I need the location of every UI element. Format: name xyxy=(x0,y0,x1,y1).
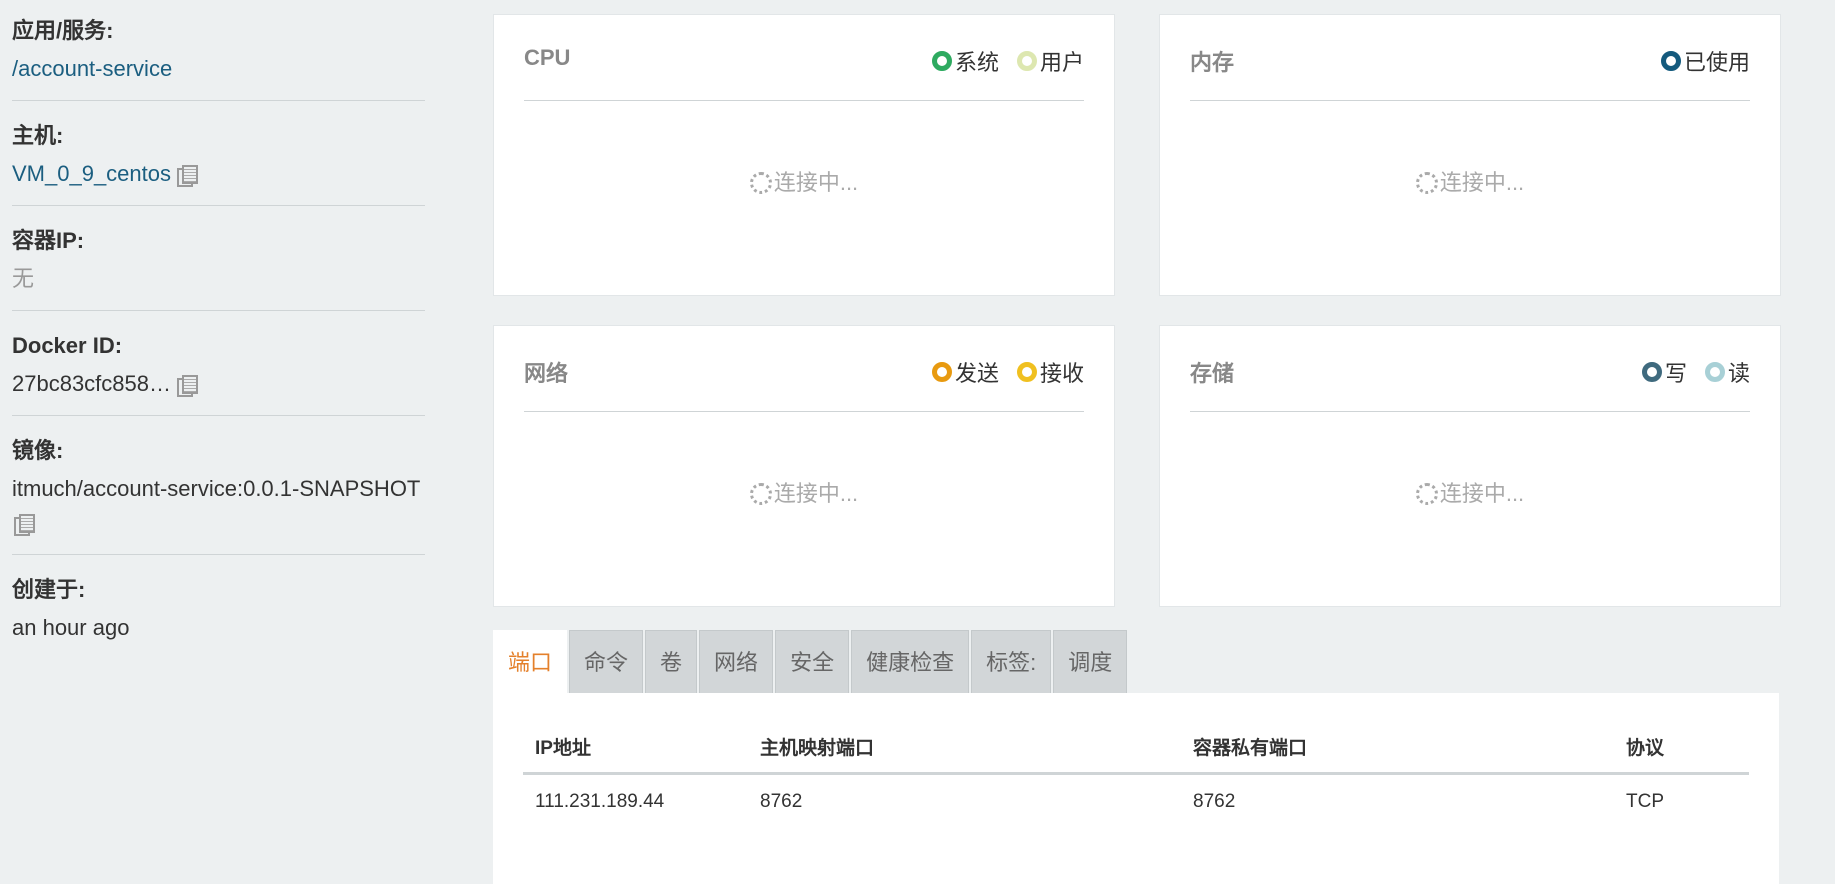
info-image: 镜像: itmuch/account-service:0.0.1-SNAPSHO… xyxy=(12,416,425,555)
copy-icon[interactable] xyxy=(14,514,35,536)
column-header-container-port: 容器私有端口 xyxy=(1181,733,1614,775)
loading-text: 连接中... xyxy=(1439,481,1525,506)
info-sidebar: 应用/服务: /account-service 主机: VM_0_9_cento… xyxy=(12,10,425,659)
tab-labels[interactable]: 标签: xyxy=(971,630,1052,693)
legend-label: 用户 xyxy=(1039,50,1084,75)
cpu-legend: 系统 用户 xyxy=(931,45,1084,77)
tab-network[interactable]: 网络 xyxy=(699,630,774,693)
loading-text: 连接中... xyxy=(1439,170,1525,195)
legend-item-system[interactable]: 系统 xyxy=(931,45,999,77)
legend-label: 发送 xyxy=(954,361,999,386)
network-card: 网络 发送 接收 连接中... xyxy=(493,325,1115,607)
legend-ring-icon xyxy=(1641,362,1662,382)
info-container-ip: 容器IP: 无 xyxy=(12,206,425,311)
docker-id-label: Docker ID: xyxy=(12,333,123,358)
image-label: 镜像: xyxy=(12,438,64,463)
cpu-loading: 连接中... xyxy=(494,165,1114,197)
storage-card-title: 存储 xyxy=(1190,361,1235,386)
ports-table: IP地址 主机映射端口 容器私有端口 协议 111.231.189.44 876… xyxy=(523,733,1749,813)
legend-item-send[interactable]: 发送 xyxy=(931,356,999,388)
copy-icon[interactable] xyxy=(177,375,198,397)
legend-ring-icon xyxy=(1016,51,1037,71)
memory-card-title: 内存 xyxy=(1190,50,1235,75)
spinner-icon xyxy=(1415,483,1438,505)
tab-scheduling[interactable]: 调度 xyxy=(1053,630,1128,693)
tab-security[interactable]: 安全 xyxy=(775,630,850,693)
legend-ring-icon xyxy=(931,362,952,382)
legend-ring-icon xyxy=(1016,362,1037,382)
network-card-header: 网络 发送 接收 xyxy=(524,326,1084,412)
column-header-ip: IP地址 xyxy=(523,733,748,775)
created-value: an hour ago xyxy=(12,615,130,640)
memory-legend: 已使用 xyxy=(1660,45,1750,77)
legend-label: 接收 xyxy=(1039,361,1084,386)
detail-tabs: 端口 命令 卷 网络 安全 健康检查 标签: 调度 xyxy=(493,630,1128,693)
legend-ring-icon xyxy=(1704,362,1725,382)
network-card-title: 网络 xyxy=(524,361,569,386)
legend-item-write[interactable]: 写 xyxy=(1641,356,1687,388)
legend-item-used[interactable]: 已使用 xyxy=(1660,45,1750,77)
image-value: itmuch/account-service:0.0.1-SNAPSHOT xyxy=(12,476,421,501)
network-legend: 发送 接收 xyxy=(931,356,1084,388)
storage-card-header: 存储 写 读 xyxy=(1190,326,1750,412)
cpu-card-header: CPU 系统 用户 xyxy=(524,15,1084,101)
info-docker-id: Docker ID: 27bc83cfc858… xyxy=(12,311,425,416)
info-host: 主机: VM_0_9_centos xyxy=(12,101,425,206)
column-header-host-port: 主机映射端口 xyxy=(748,733,1181,775)
host-value-row: VM_0_9_centos xyxy=(12,157,425,191)
copy-icon[interactable] xyxy=(177,165,198,187)
table-row: 111.231.189.44 8762 8762 TCP xyxy=(523,774,1749,814)
cpu-card: CPU 系统 用户 连接中... xyxy=(493,14,1115,296)
storage-card: 存储 写 读 连接中... xyxy=(1159,325,1781,607)
app-service-link[interactable]: /account-service xyxy=(12,52,425,86)
legend-item-user[interactable]: 用户 xyxy=(1016,45,1084,77)
cell-container-port: 8762 xyxy=(1193,791,1236,812)
spinner-icon xyxy=(1415,172,1438,194)
spinner-icon xyxy=(749,172,772,194)
tab-health-check[interactable]: 健康检查 xyxy=(851,630,970,693)
ports-panel: IP地址 主机映射端口 容器私有端口 协议 111.231.189.44 876… xyxy=(493,693,1779,884)
spinner-icon xyxy=(749,483,772,505)
container-ip-value: 无 xyxy=(12,266,35,291)
cell-ip: 111.231.189.44 xyxy=(535,791,665,812)
legend-label: 系统 xyxy=(954,50,999,75)
storage-legend: 写 读 xyxy=(1641,356,1750,388)
app-service-label: 应用/服务: xyxy=(12,18,114,43)
memory-card-header: 内存 已使用 xyxy=(1190,15,1750,101)
legend-label: 读 xyxy=(1727,361,1750,386)
docker-id-value: 27bc83cfc858… xyxy=(12,371,171,396)
info-app-service: 应用/服务: /account-service xyxy=(12,10,425,101)
cpu-card-title: CPU xyxy=(524,45,571,70)
cell-protocol: TCP xyxy=(1626,791,1664,812)
column-header-protocol: 协议 xyxy=(1614,733,1749,775)
tab-volumes[interactable]: 卷 xyxy=(645,630,698,693)
memory-card: 内存 已使用 连接中... xyxy=(1159,14,1781,296)
cell-host-port: 8762 xyxy=(760,791,803,812)
info-created: 创建于: an hour ago xyxy=(12,555,425,659)
created-label: 创建于: xyxy=(12,577,86,602)
network-loading: 连接中... xyxy=(494,476,1114,508)
legend-ring-icon xyxy=(931,51,952,71)
legend-label: 写 xyxy=(1664,361,1687,386)
image-value-row: itmuch/account-service:0.0.1-SNAPSHOT xyxy=(12,472,425,540)
tab-ports[interactable]: 端口 xyxy=(493,630,568,693)
storage-loading: 连接中... xyxy=(1160,476,1780,508)
tab-command[interactable]: 命令 xyxy=(569,630,644,693)
loading-text: 连接中... xyxy=(773,481,859,506)
legend-label: 已使用 xyxy=(1683,50,1750,75)
legend-item-receive[interactable]: 接收 xyxy=(1016,356,1084,388)
host-label: 主机: xyxy=(12,123,64,148)
container-ip-label: 容器IP: xyxy=(12,228,85,253)
loading-text: 连接中... xyxy=(773,170,859,195)
table-header-row: IP地址 主机映射端口 容器私有端口 协议 xyxy=(523,733,1749,775)
legend-item-read[interactable]: 读 xyxy=(1704,356,1750,388)
memory-loading: 连接中... xyxy=(1160,165,1780,197)
host-link[interactable]: VM_0_9_centos xyxy=(12,161,171,186)
legend-ring-icon xyxy=(1660,51,1681,71)
docker-id-value-row: 27bc83cfc858… xyxy=(12,367,425,401)
